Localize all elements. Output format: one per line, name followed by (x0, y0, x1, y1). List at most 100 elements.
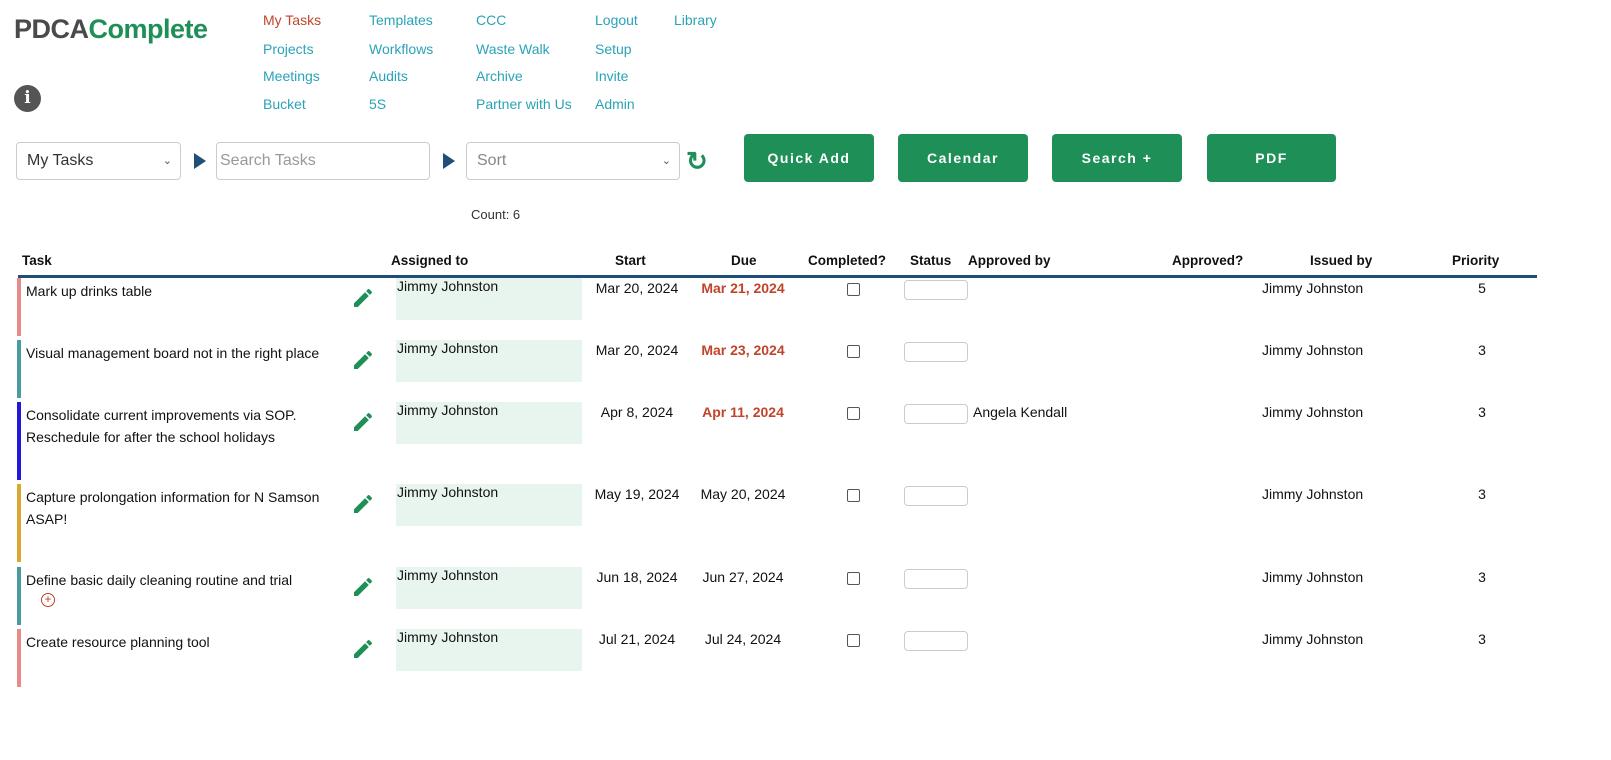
pdf-button[interactable]: PDF (1207, 134, 1336, 182)
priority: 3 (1478, 569, 1486, 585)
nav-meetings[interactable]: Meetings (263, 68, 320, 84)
task-count: Count: 6 (471, 207, 521, 222)
edit-pencil-icon[interactable] (351, 286, 375, 310)
play-arrow-icon[interactable] (194, 153, 206, 169)
nav-logout[interactable]: Logout (595, 12, 638, 28)
edit-pencil-icon[interactable] (351, 348, 375, 372)
issued-by: Jimmy Johnston (1262, 404, 1364, 420)
table-row: Create resource planning tool Jimmy John… (17, 629, 1537, 687)
status-input[interactable] (904, 631, 968, 651)
nav-waste-walk[interactable]: Waste Walk (476, 41, 550, 57)
assigned-to[interactable]: Jimmy Johnston (396, 340, 582, 382)
priority-color-bar (17, 278, 21, 336)
column-header-task[interactable]: Task (22, 253, 52, 268)
table-row: Capture prolongation information for N S… (17, 484, 1537, 562)
calendar-button[interactable]: Calendar (898, 134, 1028, 182)
nav-workflows[interactable]: Workflows (369, 41, 433, 57)
edit-pencil-icon[interactable] (351, 492, 375, 516)
completed-checkbox[interactable] (847, 345, 860, 358)
nav-bucket[interactable]: Bucket (263, 96, 306, 112)
edit-pencil-icon[interactable] (351, 637, 375, 661)
completed-checkbox[interactable] (847, 407, 860, 420)
issued-by: Jimmy Johnston (1262, 486, 1364, 502)
column-header-due[interactable]: Due (731, 253, 757, 268)
column-header-start[interactable]: Start (615, 253, 646, 268)
search-input[interactable]: Search Tasks (216, 142, 430, 180)
view-select[interactable]: My Tasks ⌄ (16, 142, 181, 180)
info-icon[interactable]: i (14, 85, 41, 112)
nav-audits[interactable]: Audits (369, 68, 408, 84)
quick-add-button[interactable]: Quick Add (744, 134, 874, 182)
priority: 3 (1478, 404, 1486, 420)
priority: 3 (1478, 486, 1486, 502)
due-date: Mar 21, 2024 (701, 280, 785, 296)
column-header-status[interactable]: Status (910, 253, 951, 268)
nav-ccc[interactable]: CCC (476, 12, 506, 28)
column-header-approved-[interactable]: Approved? (1172, 253, 1243, 268)
search-plus-button[interactable]: Search + (1052, 134, 1182, 182)
start-date: May 19, 2024 (594, 486, 680, 502)
due-date: May 20, 2024 (700, 486, 786, 502)
completed-checkbox[interactable] (847, 283, 860, 296)
priority-color-bar (17, 340, 21, 398)
logo[interactable]: PDCAComplete (14, 14, 208, 45)
table-row: Define basic daily cleaning routine and … (17, 567, 1537, 625)
due-date: Jun 27, 2024 (702, 569, 784, 585)
nav-admin[interactable]: Admin (595, 96, 635, 112)
column-header-priority[interactable]: Priority (1452, 253, 1499, 268)
nav-partner-with-us[interactable]: Partner with Us (476, 96, 572, 112)
start-date: Apr 8, 2024 (600, 404, 674, 420)
nav-projects[interactable]: Projects (263, 41, 314, 57)
column-header-approved-by[interactable]: Approved by (968, 253, 1051, 268)
task-title[interactable]: Capture prolongation information for N S… (26, 486, 346, 530)
assigned-to[interactable]: Jimmy Johnston (396, 278, 582, 320)
add-subtask-icon[interactable]: + (41, 593, 55, 607)
status-input[interactable] (904, 280, 968, 300)
start-date: Mar 20, 2024 (595, 342, 679, 358)
nav-5s[interactable]: 5S (369, 96, 386, 112)
completed-checkbox[interactable] (847, 489, 860, 502)
nav-setup[interactable]: Setup (595, 41, 632, 57)
issued-by: Jimmy Johnston (1262, 569, 1364, 585)
edit-pencil-icon[interactable] (351, 575, 375, 599)
task-title[interactable]: Create resource planning tool (26, 631, 346, 653)
table-row: Visual management board not in the right… (17, 340, 1537, 398)
start-date: Jun 18, 2024 (596, 569, 678, 585)
play-arrow-icon[interactable] (443, 153, 455, 169)
assigned-to[interactable]: Jimmy Johnston (396, 629, 582, 671)
task-title[interactable]: Consolidate current improvements via SOP… (26, 404, 346, 448)
assigned-to[interactable]: Jimmy Johnston (396, 484, 582, 526)
sort-select[interactable]: Sort ⌄ (466, 142, 680, 180)
start-date: Jul 21, 2024 (598, 631, 676, 647)
priority: 3 (1478, 631, 1486, 647)
assigned-to[interactable]: Jimmy Johnston (396, 567, 582, 609)
completed-checkbox[interactable] (847, 634, 860, 647)
nav-my-tasks[interactable]: My Tasks (263, 12, 321, 28)
chevron-down-icon: ⌄ (162, 155, 172, 167)
nav-archive[interactable]: Archive (476, 68, 523, 84)
completed-checkbox[interactable] (847, 572, 860, 585)
status-input[interactable] (904, 342, 968, 362)
nav-templates[interactable]: Templates (369, 12, 433, 28)
status-input[interactable] (904, 404, 968, 424)
issued-by: Jimmy Johnston (1262, 342, 1364, 358)
status-input[interactable] (904, 569, 968, 589)
edit-pencil-icon[interactable] (351, 410, 375, 434)
task-title[interactable]: Mark up drinks table (26, 280, 346, 302)
nav-invite[interactable]: Invite (595, 68, 628, 84)
approved-by: Angela Kendall (973, 404, 1068, 420)
column-header-issued-by[interactable]: Issued by (1310, 253, 1372, 268)
nav-library[interactable]: Library (674, 12, 717, 28)
status-input[interactable] (904, 486, 968, 506)
column-header-completed-[interactable]: Completed? (808, 253, 886, 268)
table-row: Mark up drinks table Jimmy Johnston Mar … (17, 278, 1537, 336)
column-header-assigned-to[interactable]: Assigned to (391, 253, 468, 268)
priority: 3 (1478, 342, 1486, 358)
refresh-icon[interactable]: ↻ (686, 146, 708, 177)
assigned-to[interactable]: Jimmy Johnston (396, 402, 582, 444)
priority-color-bar (17, 629, 21, 687)
priority-color-bar (17, 484, 21, 562)
task-title[interactable]: Define basic daily cleaning routine and … (26, 569, 346, 607)
task-title[interactable]: Visual management board not in the right… (26, 342, 346, 364)
due-date: Apr 11, 2024 (702, 404, 784, 420)
